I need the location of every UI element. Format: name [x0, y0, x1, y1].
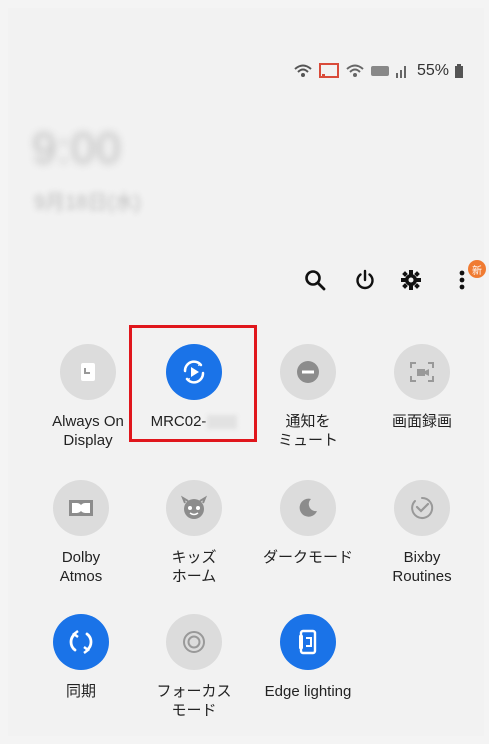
tile-label: 同期 [65, 683, 96, 700]
tile-dark-mode[interactable]: ダークモード [252, 480, 364, 567]
tile-label: 画面録画 [391, 413, 452, 430]
tile-focus-mode[interactable]: フォーカス モード [138, 614, 250, 720]
search-icon [304, 269, 326, 296]
power-icon [354, 269, 376, 296]
wifi-hotspot-icon [293, 63, 313, 79]
tile-label: Always On Display [52, 413, 124, 449]
bixby-routines-icon [394, 480, 450, 536]
screen-recorder-icon [394, 344, 450, 400]
wifi-icon [345, 63, 365, 79]
search-button[interactable] [299, 266, 331, 298]
power-button[interactable] [349, 266, 381, 298]
clock-time: 9:00 [32, 124, 122, 173]
focus-mode-icon [166, 614, 222, 670]
tile-label: フォーカス モード [156, 683, 232, 719]
edge-lighting-icon [280, 614, 336, 670]
more-options-button[interactable]: 新 [446, 260, 486, 298]
tile-mute-notifications[interactable]: 通知を ミュート [252, 344, 364, 450]
settings-button[interactable] [395, 266, 427, 298]
dolby-icon [53, 480, 109, 536]
mute-icon [280, 344, 336, 400]
quick-actions-row: 新 [0, 260, 489, 302]
tile-label: キッズ ホーム [171, 549, 217, 585]
cast-icon [318, 63, 339, 79]
tile-label: Bixby Routines [392, 549, 452, 585]
tile-dolby-atmos[interactable]: Dolby Atmos [25, 480, 137, 586]
tile-screen-recorder[interactable]: 画面録画 [366, 344, 478, 431]
sync-icon [53, 614, 109, 670]
gear-icon [400, 269, 422, 296]
tile-bixby-routines[interactable]: Bixby Routines [366, 480, 478, 586]
battery-icon [455, 64, 463, 78]
signal-icon [395, 64, 409, 78]
tile-sync[interactable]: 同期 [25, 614, 137, 701]
highlight-box [129, 325, 257, 442]
moon-icon [280, 480, 336, 536]
tile-label: Edge lighting [264, 683, 352, 700]
network-badge-icon [370, 66, 389, 76]
tile-kids-home[interactable]: キッズ ホーム [138, 480, 250, 586]
always-on-display-icon [60, 344, 116, 400]
tile-label: 通知を ミュート [277, 413, 338, 449]
tile-always-on-display[interactable]: Always On Display [32, 344, 144, 450]
new-badge: 新 [468, 260, 486, 278]
status-bar: 55% [293, 62, 463, 80]
tile-label: ダークモード [262, 549, 353, 566]
kids-home-icon [166, 480, 222, 536]
battery-percentage: 55% [416, 62, 449, 79]
tile-label: Dolby Atmos [59, 549, 103, 585]
tile-edge-lighting[interactable]: Edge lighting [252, 614, 364, 701]
clock-date: 9月18日(水) [34, 192, 141, 214]
more-vertical-icon [458, 269, 466, 296]
